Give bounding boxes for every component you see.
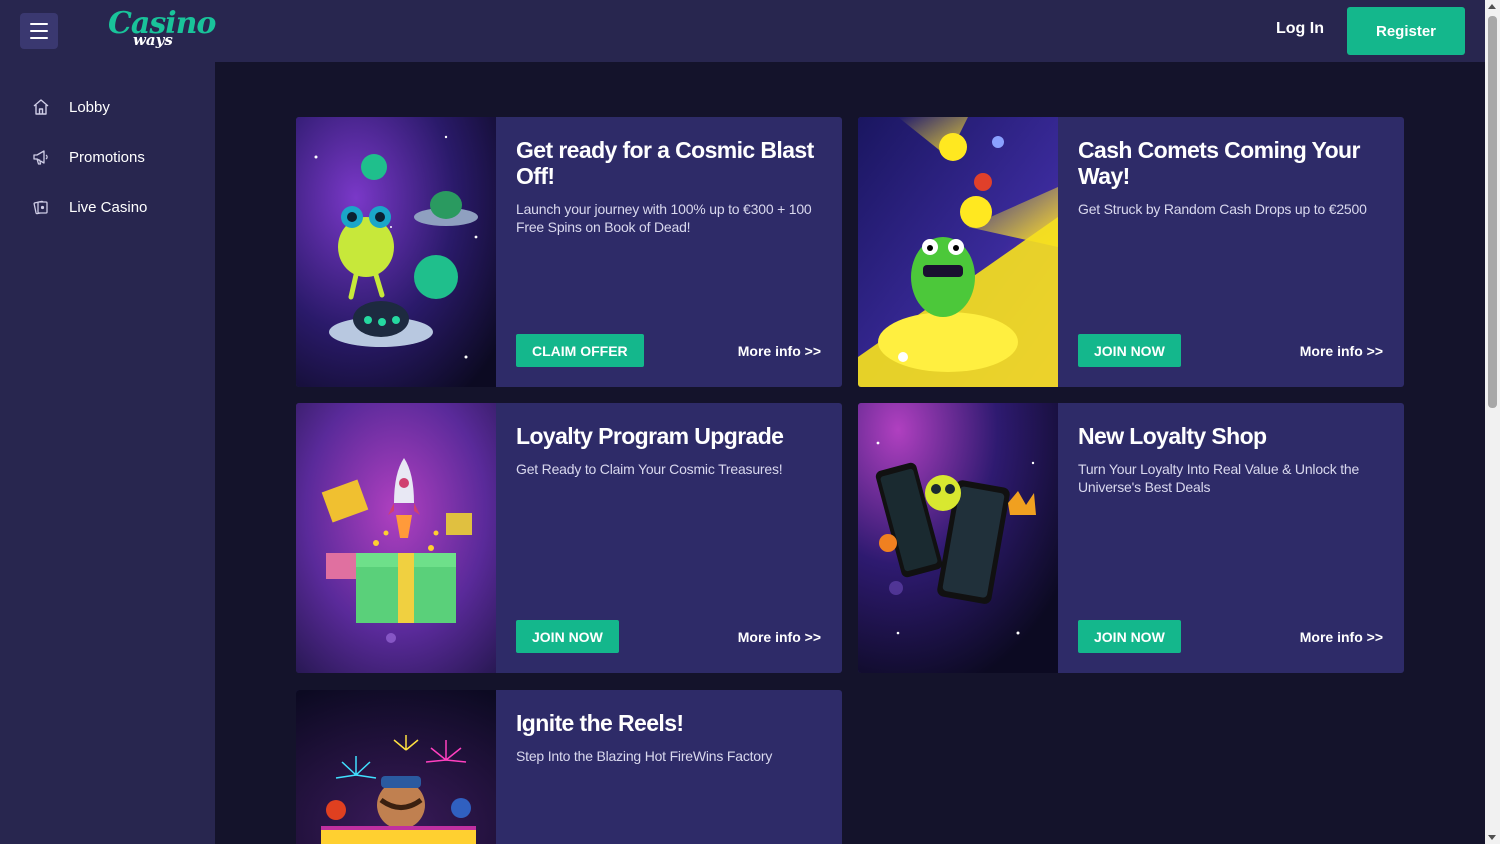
promo-title: Loyalty Program Upgrade xyxy=(516,423,784,449)
scroll-down-icon[interactable] xyxy=(1488,835,1496,840)
promo-description: Turn Your Loyalty Into Real Value & Unlo… xyxy=(1078,461,1360,495)
promo-title: Get ready for a Cosmic Blast Off! xyxy=(516,137,814,189)
more-info-link[interactable]: More info >> xyxy=(738,343,821,359)
comet-monster-artwork xyxy=(858,117,1058,387)
promotions-content: Get ready for a Cosmic Blast Off! Launch… xyxy=(215,62,1485,844)
join-now-button[interactable]: JOIN NOW xyxy=(1078,334,1181,367)
join-now-button[interactable]: JOIN NOW xyxy=(1078,620,1181,653)
fireworks-slot-artwork xyxy=(296,690,496,844)
promo-description: Launch your journey with 100% up to €300… xyxy=(516,201,812,235)
register-button[interactable]: Register xyxy=(1347,7,1465,55)
promo-card-loyalty-shop: New Loyalty Shop Turn Your Loyalty Into … xyxy=(858,403,1404,673)
menu-line-icon xyxy=(30,30,48,32)
sidebar-item-live-casino[interactable]: Live Casino xyxy=(0,187,215,227)
sidebar-item-promotions[interactable]: Promotions xyxy=(0,137,215,177)
sidebar-item-label: Promotions xyxy=(69,148,145,166)
join-now-button[interactable]: JOIN NOW xyxy=(516,620,619,653)
scrollbar-thumb[interactable] xyxy=(1488,16,1497,408)
claim-offer-button[interactable]: CLAIM OFFER xyxy=(516,334,644,367)
login-button[interactable]: Log In xyxy=(1276,20,1324,38)
top-bar: Casino ways Log In Register xyxy=(0,0,1485,62)
scroll-up-icon[interactable] xyxy=(1488,4,1496,9)
more-info-link[interactable]: More info >> xyxy=(1300,629,1383,645)
sidebar: Lobby Promotions Live Casino xyxy=(0,62,215,844)
promo-title: New Loyalty Shop xyxy=(1078,423,1267,449)
phones-alien-artwork xyxy=(858,403,1058,673)
sidebar-item-label: Lobby xyxy=(69,98,110,116)
sidebar-item-lobby[interactable]: Lobby xyxy=(0,87,215,127)
menu-line-icon xyxy=(30,37,48,39)
promo-card-cash-comets: Cash Comets Coming Your Way! Get Struck … xyxy=(858,117,1404,387)
sidebar-item-label: Live Casino xyxy=(69,198,148,216)
hamburger-menu-button[interactable] xyxy=(20,13,58,49)
rocket-gift-artwork xyxy=(296,403,496,673)
more-info-link[interactable]: More info >> xyxy=(1300,343,1383,359)
cards-icon xyxy=(32,198,50,216)
promo-description: Get Struck by Random Cash Drops up to €2… xyxy=(1078,201,1367,217)
home-icon xyxy=(32,98,50,116)
casino-ways-logo[interactable]: Casino ways xyxy=(108,6,216,52)
promo-title: Cash Comets Coming Your Way! xyxy=(1078,137,1360,189)
promo-title: Ignite the Reels! xyxy=(516,710,684,736)
promo-card-loyalty-upgrade: Loyalty Program Upgrade Get Ready to Cla… xyxy=(296,403,842,673)
more-info-link[interactable]: More info >> xyxy=(738,629,821,645)
promo-card-cosmic-blast-off: Get ready for a Cosmic Blast Off! Launch… xyxy=(296,117,842,387)
promo-description: Step Into the Blazing Hot FireWins Facto… xyxy=(516,748,773,764)
promo-card-ignite-reels: Ignite the Reels! Step Into the Blazing … xyxy=(296,690,842,844)
logo-sub-text: ways xyxy=(133,31,173,49)
promo-description: Get Ready to Claim Your Cosmic Treasures… xyxy=(516,461,783,477)
megaphone-icon xyxy=(32,148,50,166)
alien-ufo-artwork xyxy=(296,117,496,387)
page-scrollbar[interactable] xyxy=(1485,0,1500,844)
menu-line-icon xyxy=(30,23,48,25)
